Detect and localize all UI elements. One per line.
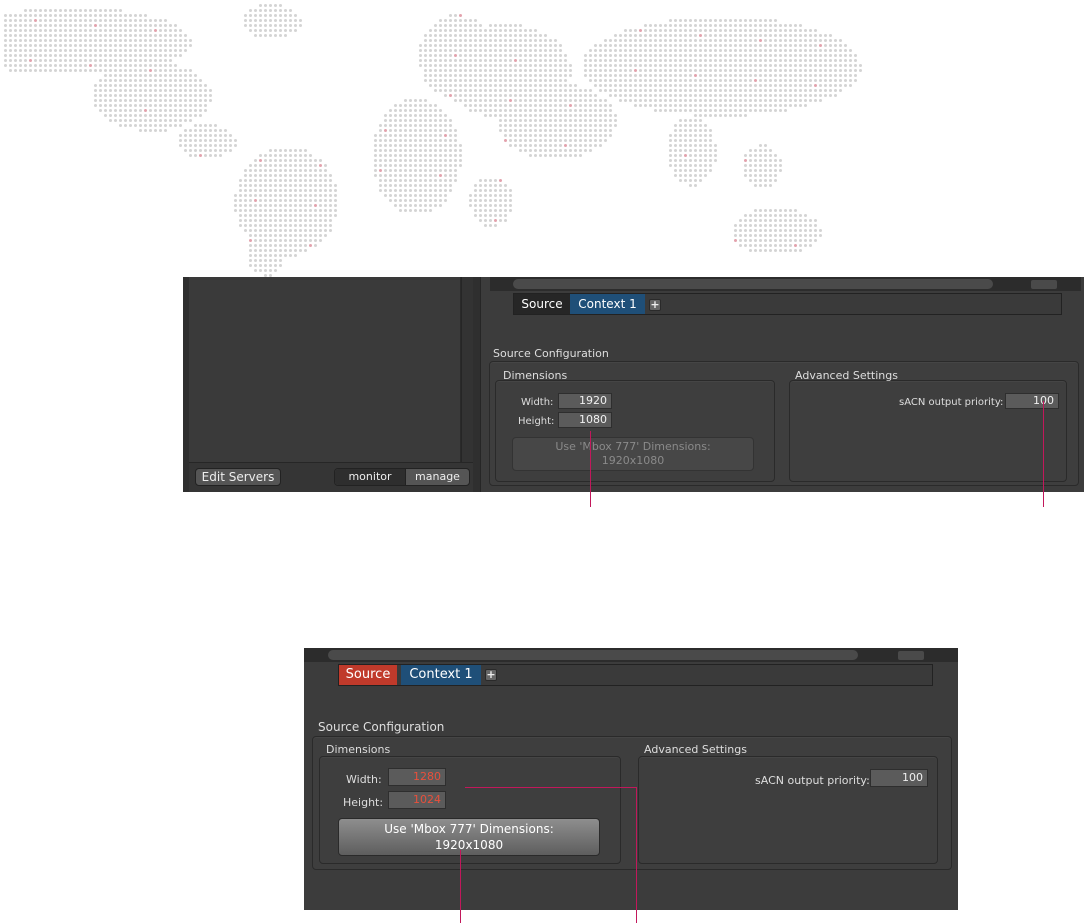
scroll-arrows[interactable]: [1031, 280, 1057, 289]
button-line-2: 1920x1080: [601, 454, 665, 467]
add-tab-plus-icon[interactable]: +: [485, 669, 497, 681]
button-line-2: 1920x1080: [434, 838, 504, 852]
bottom-screenshot: Source Context 1 + Source Configuration …: [304, 648, 958, 910]
use-mbox-dimensions-button[interactable]: Use 'Mbox 777' Dimensions: 1920x1080: [512, 437, 754, 471]
tab-context-1[interactable]: Context 1: [401, 665, 481, 685]
edit-servers-button[interactable]: Edit Servers: [195, 468, 281, 486]
add-tab-plus-icon[interactable]: +: [649, 299, 661, 311]
width-input[interactable]: 1920: [558, 393, 612, 409]
manage-segment-button[interactable]: manage: [405, 469, 469, 485]
view-mode-segment: monitor manage: [334, 468, 470, 486]
sacn-priority-label: sACN output priority:: [755, 774, 870, 787]
width-label: Width:: [346, 773, 382, 786]
dimensions-title: Dimensions: [326, 743, 391, 756]
scrollbar-thumb[interactable]: [513, 279, 993, 289]
callout-line-priority: [1043, 401, 1044, 507]
monitor-segment-button[interactable]: monitor: [335, 469, 405, 485]
scroll-arrows[interactable]: [898, 651, 924, 660]
server-list-scrollbar[interactable]: [461, 277, 473, 462]
width-input[interactable]: 1280: [388, 768, 446, 786]
button-line-1: Use 'Mbox 777' Dimensions:: [384, 822, 554, 836]
button-line-1: Use 'Mbox 777' Dimensions:: [555, 440, 711, 453]
server-list-panel: [189, 277, 461, 462]
callout-line-width-height: [465, 787, 637, 788]
sacn-priority-input[interactable]: 100: [870, 769, 928, 787]
height-input[interactable]: 1024: [388, 791, 446, 809]
tab-context-1[interactable]: Context 1: [570, 294, 645, 314]
height-input[interactable]: 1080: [558, 412, 612, 428]
height-label: Height:: [518, 416, 555, 427]
width-label: Width:: [521, 397, 554, 408]
source-configuration-title: Source Configuration: [493, 347, 609, 360]
height-label: Height:: [343, 796, 384, 809]
use-mbox-dimensions-button[interactable]: Use 'Mbox 777' Dimensions: 1920x1080: [338, 818, 600, 856]
callout-line-mbox-button: [460, 850, 461, 923]
tab-source[interactable]: Source: [514, 294, 570, 314]
world-map-background: [0, 0, 1084, 285]
top-screenshot: Edit Servers monitor manage Source Conte…: [183, 277, 1084, 492]
advanced-settings-title: Advanced Settings: [644, 743, 747, 756]
dimensions-title: Dimensions: [503, 369, 568, 382]
advanced-settings-title: Advanced Settings: [795, 369, 898, 382]
callout-line-width-height-drop: [636, 787, 637, 923]
scrollbar-thumb[interactable]: [328, 650, 858, 660]
tab-source[interactable]: Source: [339, 665, 397, 685]
sacn-priority-label: sACN output priority:: [899, 397, 1004, 408]
source-configuration-title: Source Configuration: [318, 720, 445, 734]
callout-line-dimensions: [590, 431, 591, 507]
sacn-priority-input[interactable]: 100: [1005, 393, 1059, 409]
